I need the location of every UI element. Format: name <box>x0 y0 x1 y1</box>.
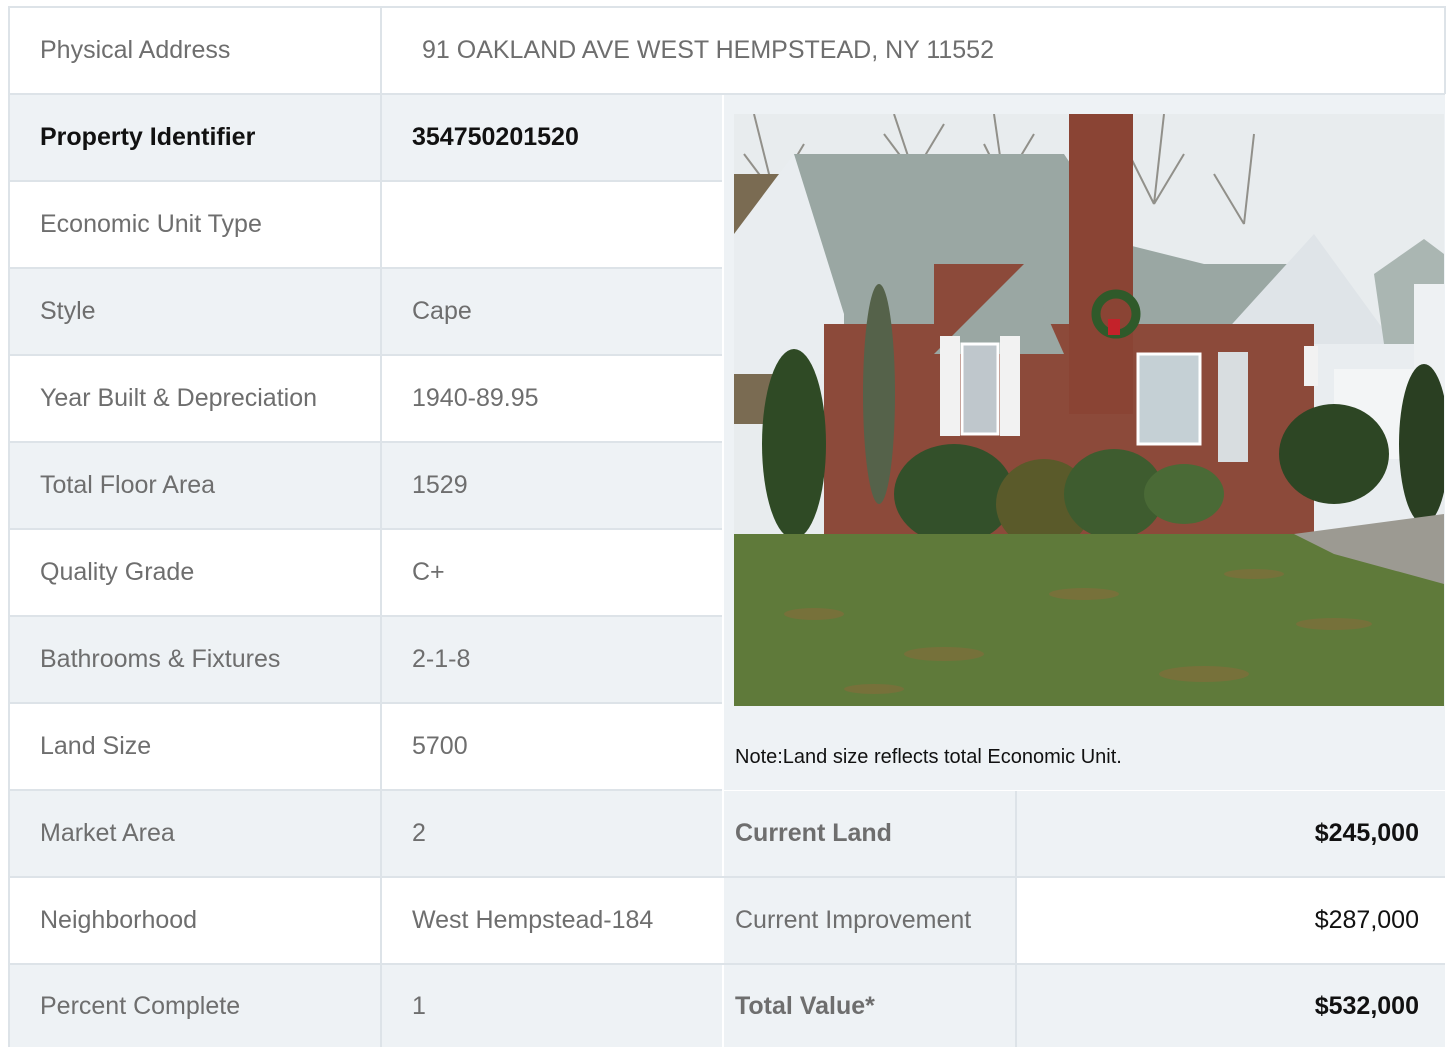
style-value: Cape <box>412 297 472 325</box>
row-divider <box>10 702 722 704</box>
row-current-land-value: $245,000 <box>1017 791 1445 876</box>
row-market-area: Market Area <box>10 791 380 876</box>
total-value-label: Total Value* <box>735 991 875 1020</box>
quality-grade-label: Quality Grade <box>40 558 195 586</box>
row-year-built: Year Built & Depreciation <box>10 356 380 441</box>
row-divider <box>10 267 722 269</box>
row-divider <box>10 93 1445 95</box>
house-photo <box>734 114 1444 706</box>
style-label: Style <box>40 297 96 325</box>
land-size-label: Land Size <box>40 732 152 760</box>
current-improvement-label: Current Improvement <box>735 906 972 934</box>
row-market-area-value: 2 <box>382 791 722 876</box>
row-current-improvement-value: $287,000 <box>1017 878 1445 963</box>
row-economic-unit-type-value <box>382 182 722 267</box>
row-current-land: Current Land <box>724 791 1015 876</box>
total-value-value: $532,000 <box>1314 991 1419 1020</box>
row-land-size: Land Size <box>10 704 380 789</box>
table-top-border <box>10 6 1445 8</box>
economic-unit-type-label: Economic Unit Type <box>40 210 262 238</box>
year-built-value: 1940-89.95 <box>412 384 539 412</box>
percent-complete-label: Percent Complete <box>40 991 241 1020</box>
quality-grade-value: C+ <box>412 558 445 586</box>
row-divider <box>10 528 722 530</box>
row-divider <box>10 180 722 182</box>
table-right-border <box>1444 6 1446 94</box>
row-style-value: Cape <box>382 269 722 354</box>
bathrooms-label: Bathrooms & Fixtures <box>40 645 281 673</box>
row-divider <box>10 615 722 617</box>
row-divider <box>10 789 722 791</box>
row-economic-unit-type: Economic Unit Type <box>10 182 380 267</box>
row-total-value-value: $532,000 <box>1017 965 1445 1047</box>
row-property-identifier-value: 354750201520 <box>382 95 722 180</box>
row-current-improvement: Current Improvement <box>724 878 1015 963</box>
address-value-cell: 91 OAKLAND AVE WEST HEMPSTEAD, NY 11552 <box>382 8 1445 93</box>
year-built-label: Year Built & Depreciation <box>40 384 318 412</box>
row-percent-complete-value: 1 <box>382 965 722 1047</box>
current-land-label: Current Land <box>735 819 892 847</box>
row-neighborhood: Neighborhood <box>10 878 380 963</box>
percent-complete-value: 1 <box>412 991 426 1020</box>
row-total-value: Total Value* <box>724 965 1015 1047</box>
land-size-value: 5700 <box>412 732 468 760</box>
table-left-border <box>8 6 10 1047</box>
property-identifier-value: 354750201520 <box>412 123 579 151</box>
bathrooms-value: 2-1-8 <box>412 645 471 673</box>
row-bathrooms-value: 2-1-8 <box>382 617 722 702</box>
row-divider <box>10 354 722 356</box>
address-label: Physical Address <box>40 36 231 64</box>
row-total-floor-area-value: 1529 <box>382 443 722 528</box>
row-neighborhood-value: West Hempstead-184 <box>382 878 722 963</box>
row-divider <box>10 441 722 443</box>
row-quality-grade: Quality Grade <box>10 530 380 615</box>
row-divider <box>10 963 1445 965</box>
market-area-label: Market Area <box>40 819 175 847</box>
neighborhood-value: West Hempstead-184 <box>412 906 654 934</box>
total-floor-area-value: 1529 <box>412 471 468 499</box>
row-style: Style <box>10 269 380 354</box>
total-floor-area-label: Total Floor Area <box>40 471 216 499</box>
market-area-value: 2 <box>412 819 426 847</box>
current-improvement-value: $287,000 <box>1314 906 1419 934</box>
value-column-divider <box>1015 791 1017 1047</box>
land-size-note: Note:Land size reflects total Economic U… <box>735 746 1122 768</box>
property-identifier-label: Property Identifier <box>40 123 256 151</box>
row-year-built-value: 1940-89.95 <box>382 356 722 441</box>
row-quality-grade-value: C+ <box>382 530 722 615</box>
row-percent-complete: Percent Complete <box>10 965 380 1047</box>
row-property-identifier: Property Identifier <box>10 95 380 180</box>
row-land-size-value: 5700 <box>382 704 722 789</box>
row-total-floor-area: Total Floor Area <box>10 443 380 528</box>
current-land-value: $245,000 <box>1314 819 1419 847</box>
row-divider <box>10 876 1445 878</box>
address-label-cell: Physical Address <box>10 8 380 93</box>
address-value: 91 OAKLAND AVE WEST HEMPSTEAD, NY 11552 <box>422 36 994 64</box>
row-bathrooms: Bathrooms & Fixtures <box>10 617 380 702</box>
neighborhood-label: Neighborhood <box>40 906 198 934</box>
